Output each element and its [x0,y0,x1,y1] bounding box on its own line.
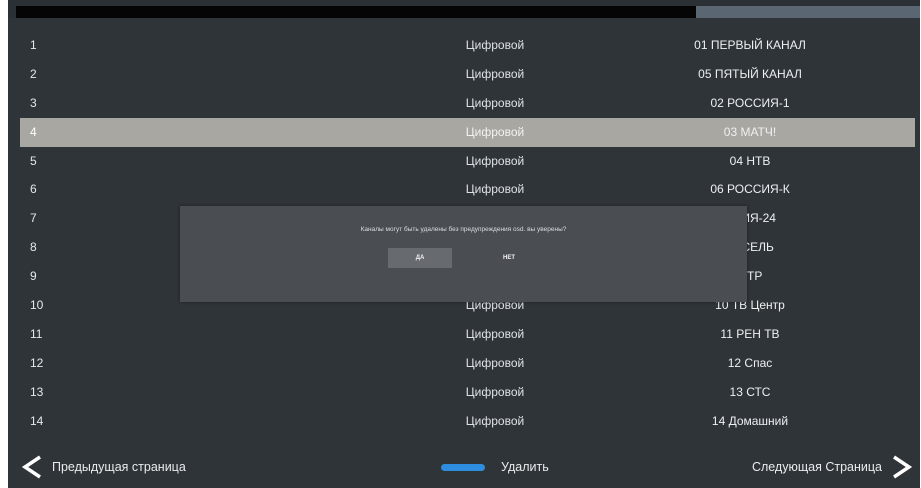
yes-button[interactable]: ДА [388,248,452,268]
channel-name: 11 РЕН ТВ [720,326,780,341]
channel-row[interactable]: 2 Цифровой 05 ПЯТЫЙ КАНАЛ [20,60,915,89]
channel-row[interactable]: 14 Цифровой 14 Домашний [20,407,915,436]
channel-number: 5 [30,153,37,168]
channel-number: 9 [30,269,37,284]
next-page-label: Следующая Страница [751,460,882,474]
tv-screen: 1 Цифровой 01 ПЕРВЫЙ КАНАЛ 2 Цифровой 05 ПЯТЫ… [8,0,920,488]
channel-name: 12 Спас [727,355,773,370]
channel-number: 8 [30,240,37,255]
channel-name: 03 МАТЧ! [723,124,777,139]
channel-name: 13 СТС [729,384,771,399]
channel-type: Цифровой [465,38,525,52]
channel-number: 12 [30,355,44,370]
channel-type: Цифровой [465,95,525,110]
next-page-button[interactable]: Следующая Страница [752,454,914,480]
top-bar-scroll-indicator [696,6,920,18]
channel-number: 2 [30,66,37,81]
channel-type: Цифровой [465,124,525,139]
channel-name: 14 Домашний [711,413,789,428]
channel-row[interactable]: 1 Цифровой 01 ПЕРВЫЙ КАНАЛ [20,31,915,60]
top-bar-dark-segment [16,6,696,18]
chevron-left-icon [20,455,44,479]
channel-row[interactable]: 12 Цифровой 12 Спас [20,349,915,378]
channel-type: Цифровой [465,182,525,197]
delete-label: Удалить [501,460,549,474]
channel-number: 1 [30,38,37,52]
channel-type: Цифровой [465,413,525,428]
channel-row[interactable]: 5 Цифровой 04 НТВ [20,147,915,176]
confirm-delete-dialog: Каналы могут быть удалены без предупрежд… [180,206,747,302]
channel-number: 13 [30,384,44,399]
channel-type: Цифровой [465,153,525,168]
previous-page-label: Предыдущая страница [52,460,186,474]
channel-number: 11 [30,326,43,341]
channel-name: 01 ПЕРВЫЙ КАНАЛ [694,38,806,52]
channel-name: 06 РОССИЯ-К [710,182,790,197]
channel-row[interactable]: 3 Цифровой 02 РОССИЯ-1 [20,89,915,118]
blue-key-icon [441,463,485,471]
no-button[interactable]: НЕТ [477,248,541,268]
channel-number: 3 [30,95,37,110]
channel-row[interactable]: 6 Цифровой 06 РОССИЯ-К [20,175,915,204]
channel-type: Цифровой [465,326,525,341]
channel-row[interactable]: 4 Цифровой 03 МАТЧ! [20,117,915,147]
chevron-right-icon [890,455,914,479]
channel-number: 10 [30,298,44,313]
channel-row[interactable]: 13 Цифровой 13 СТС [20,378,915,407]
channel-row[interactable]: 11 Цифровой 11 РЕН ТВ [20,320,915,349]
channel-type: Цифровой [465,384,525,399]
footer-bar: Предыдущая страница Удалить Следующая Ст… [8,450,920,484]
channel-number: 7 [30,211,37,226]
dialog-message: Каналы могут быть удалены без предупрежд… [360,226,567,233]
previous-page-button[interactable]: Предыдущая страница [20,454,186,480]
channel-type: Цифровой [465,66,525,81]
channel-number: 6 [30,182,37,197]
top-bar [8,0,920,18]
channel-type: Цифровой [465,355,525,370]
channel-name: 05 ПЯТЫЙ КАНАЛ [698,66,802,81]
channel-number: 4 [30,124,37,139]
channel-number: 14 [30,413,44,428]
delete-button[interactable]: Удалить [441,454,549,480]
channel-name: 04 НТВ [729,153,771,168]
channel-name: 02 РОССИЯ-1 [710,95,790,110]
